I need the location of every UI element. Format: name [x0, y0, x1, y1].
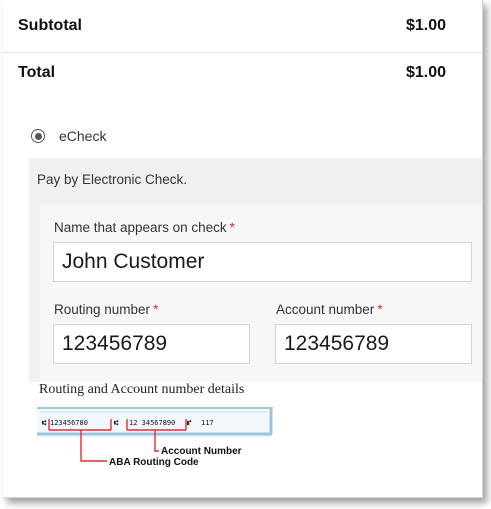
- details-title: Routing and Account number details: [39, 382, 245, 397]
- account-field-label: Account number *: [276, 302, 383, 317]
- echeck-description: Pay by Electronic Check.: [37, 172, 188, 187]
- account-label-text: Account number: [276, 302, 375, 317]
- routing-number-input[interactable]: 123456789: [53, 324, 250, 364]
- radio-selected-dot: [34, 132, 42, 140]
- echeck-panel: Pay by Electronic Check. Name that appea…: [29, 158, 482, 382]
- required-marker: *: [153, 302, 159, 317]
- check-illustration: ⑆ 123456780 ⑆ 12 34567890 ⑈ 117 Account …: [37, 406, 273, 468]
- micr-account-digits: 12 34567890: [129, 419, 175, 427]
- echeck-radio[interactable]: [31, 129, 45, 143]
- subtotal-label: Subtotal: [18, 17, 82, 34]
- total-label: Total: [18, 64, 56, 81]
- check-diagram: ⑆ 123456780 ⑆ 12 34567890 ⑈ 117 Account …: [37, 406, 283, 486]
- account-caption: Account Number: [161, 446, 242, 457]
- routing-label-text: Routing number: [54, 302, 151, 317]
- routing-field-label: Routing number *: [54, 302, 158, 317]
- payment-option-echeck[interactable]: eCheck: [31, 128, 106, 144]
- required-marker: *: [229, 220, 235, 235]
- required-marker: *: [377, 302, 383, 317]
- echeck-form: Name that appears on check * John Custome…: [40, 204, 482, 382]
- name-label-text: Name that appears on check: [54, 220, 227, 235]
- subtotal-value: $1.00: [405, 17, 446, 34]
- total-value: $1.00: [405, 64, 446, 81]
- micr-routing-digits: 123456780: [50, 419, 88, 427]
- checkout-panel: Subtotal $1.00 Total $1.00 eCheck Pay by…: [3, 0, 483, 498]
- name-field-label: Name that appears on check *: [54, 220, 235, 235]
- echeck-label: eCheck: [59, 128, 107, 144]
- name-on-check-input[interactable]: John Customer: [53, 242, 472, 282]
- routing-caption: ABA Routing Code: [109, 457, 199, 468]
- subtotal-row: Subtotal $1.00: [3, 0, 482, 53]
- total-row: Total $1.00: [3, 53, 482, 93]
- micr-check-number: 117: [201, 419, 214, 427]
- account-number-input[interactable]: 123456789: [275, 324, 472, 364]
